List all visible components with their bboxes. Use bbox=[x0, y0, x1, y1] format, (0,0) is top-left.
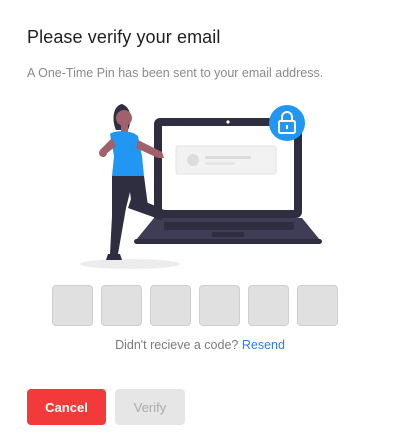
verify-button[interactable]: Verify bbox=[115, 389, 185, 425]
resend-link[interactable]: Resend bbox=[242, 338, 285, 352]
otp-digit-3[interactable] bbox=[150, 285, 191, 326]
otp-input-row bbox=[52, 285, 338, 326]
ground-shadow bbox=[80, 259, 180, 269]
otp-digit-5[interactable] bbox=[248, 285, 289, 326]
resend-prompt: Didn't recieve a code? bbox=[115, 338, 239, 352]
resend-row: Didn't recieve a code? Resend bbox=[0, 338, 400, 352]
page-subtitle: A One-Time Pin has been sent to your ema… bbox=[27, 66, 324, 80]
verify-email-illustration bbox=[80, 104, 322, 269]
lock-icon bbox=[269, 105, 305, 141]
otp-digit-4[interactable] bbox=[199, 285, 240, 326]
cancel-button[interactable]: Cancel bbox=[27, 389, 106, 425]
otp-digit-1[interactable] bbox=[52, 285, 93, 326]
otp-digit-6[interactable] bbox=[297, 285, 338, 326]
page-title: Please verify your email bbox=[27, 27, 221, 47]
otp-digit-2[interactable] bbox=[101, 285, 142, 326]
